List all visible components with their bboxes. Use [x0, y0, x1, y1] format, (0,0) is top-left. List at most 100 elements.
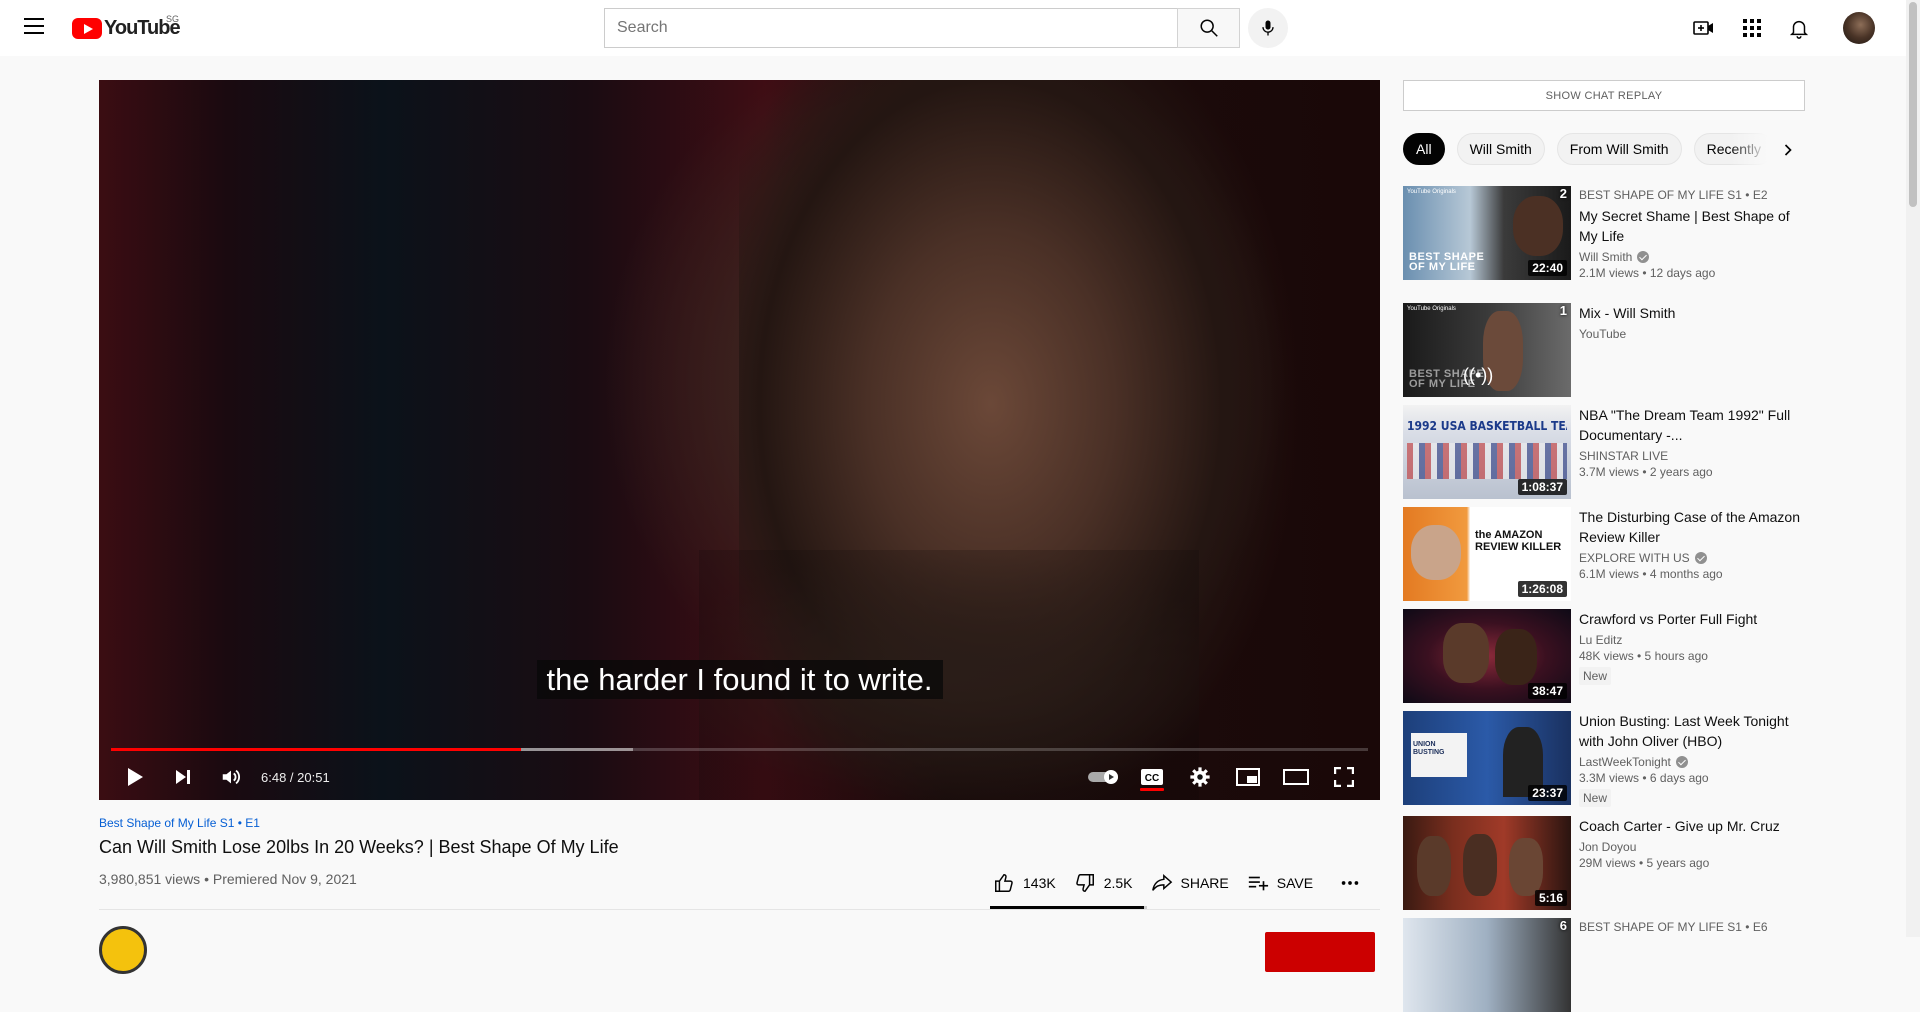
- video-thumbnail[interactable]: 1992 USA BASKETBALL TEAM 1:08:37: [1403, 405, 1571, 499]
- voice-search-button[interactable]: [1248, 8, 1288, 48]
- thumb-face: [1411, 525, 1461, 580]
- theater-mode-icon: [1283, 769, 1309, 785]
- recommendation-item[interactable]: 1992 USA BASKETBALL TEAM 1:08:37 NBA "Th…: [1403, 405, 1805, 499]
- show-chat-replay-button[interactable]: SHOW CHAT REPLAY: [1403, 80, 1805, 111]
- video-stats: 3.7M views • 2 years ago: [1579, 465, 1713, 479]
- youtube-logo[interactable]: YouTube: [72, 17, 181, 39]
- recommendation-item[interactable]: the AMAZON REVIEW KILLER 1:26:08 The Dis…: [1403, 507, 1805, 601]
- chips-next-button[interactable]: [1730, 133, 1806, 167]
- thumb-face: [1513, 196, 1563, 256]
- fullscreen-icon: [1334, 767, 1354, 787]
- volume-button[interactable]: [207, 754, 255, 800]
- share-label: SHARE: [1180, 875, 1229, 891]
- thumb-player: [1509, 838, 1543, 896]
- view-count-and-date: 3,980,851 views • Premiered Nov 9, 2021: [99, 871, 357, 887]
- video-stats: 48K views • 5 hours ago: [1579, 649, 1708, 663]
- search-box: [604, 8, 1178, 48]
- channel-name[interactable]: Jon Doyou: [1579, 840, 1636, 854]
- video-player[interactable]: the harder I found it to write. 6:48 / 2…: [99, 80, 1380, 800]
- video-thumbnail[interactable]: YouTube Originals BEST SHAPE OF MY LIFE …: [1403, 303, 1571, 397]
- create-video-button[interactable]: [1692, 16, 1716, 40]
- channel-name[interactable]: LastWeekTonight: [1579, 755, 1671, 769]
- fullscreen-button[interactable]: [1320, 754, 1368, 800]
- video-thumbnail[interactable]: 5:16: [1403, 816, 1571, 910]
- subscribe-button[interactable]: [1265, 932, 1375, 972]
- like-button[interactable]: 143K: [993, 872, 1056, 894]
- autoplay-toggle[interactable]: [1080, 754, 1128, 800]
- settings-button[interactable]: [1176, 754, 1224, 800]
- recommendation-item[interactable]: UNION BUSTING 23:37 Union Busting: Last …: [1403, 711, 1805, 807]
- thumb-originals-text: YouTube Originals: [1407, 189, 1456, 195]
- video-thumbnail[interactable]: the AMAZON REVIEW KILLER 1:26:08: [1403, 507, 1571, 601]
- save-button[interactable]: SAVE: [1247, 872, 1313, 894]
- video-stats: 3.3M views • 6 days ago: [1579, 771, 1709, 785]
- country-code: SG: [166, 14, 180, 24]
- verified-icon: [1675, 756, 1688, 768]
- thumb-fighter: [1495, 629, 1537, 685]
- notifications-button[interactable]: [1787, 16, 1811, 40]
- page-scrollbar[interactable]: [1906, 0, 1920, 937]
- chip-all[interactable]: All: [1403, 133, 1445, 165]
- video-primary-info: Best Shape of My Life S1 • E1: [99, 814, 1380, 832]
- video-title[interactable]: NBA "The Dream Team 1992" Full Documenta…: [1579, 405, 1801, 445]
- video-thumbnail[interactable]: 38:47: [1403, 609, 1571, 703]
- mix-broadcast-icon: ((•)): [1463, 365, 1494, 385]
- thumb-originals-text: YouTube Originals: [1407, 306, 1456, 312]
- play-button[interactable]: [111, 754, 159, 800]
- chip-from-will-smith[interactable]: From Will Smith: [1556, 133, 1682, 165]
- theater-mode-button[interactable]: [1272, 754, 1320, 800]
- video-title[interactable]: Mix - Will Smith: [1579, 303, 1801, 323]
- share-icon: [1151, 874, 1172, 891]
- video-stats: 6.1M views • 4 months ago: [1579, 567, 1723, 581]
- video-thumbnail[interactable]: YouTube Originals BEST SHAPE OF MY LIFE …: [1403, 186, 1571, 280]
- channel-name[interactable]: EXPLORE WITH US: [1579, 551, 1690, 565]
- video-title[interactable]: My Secret Shame | Best Shape of My Life: [1579, 206, 1801, 246]
- miniplayer-button[interactable]: [1224, 754, 1272, 800]
- channel-name[interactable]: Lu Editz: [1579, 633, 1622, 647]
- skip-next-icon: [176, 770, 190, 784]
- video-title[interactable]: The Disturbing Case of the Amazon Review…: [1579, 507, 1801, 547]
- new-badge: New: [1579, 789, 1612, 807]
- account-avatar[interactable]: [1843, 12, 1875, 44]
- search-input[interactable]: [605, 9, 1177, 47]
- menu-icon[interactable]: [24, 18, 46, 36]
- video-duration: 23:37: [1528, 785, 1567, 801]
- video-thumbnail[interactable]: UNION BUSTING 23:37: [1403, 711, 1571, 805]
- video-title[interactable]: Coach Carter - Give up Mr. Cruz: [1579, 816, 1801, 836]
- search-button[interactable]: [1177, 8, 1240, 48]
- series-label: BEST SHAPE OF MY LIFE S1 • E2: [1579, 188, 1768, 202]
- next-button[interactable]: [159, 754, 207, 800]
- video-thumbnail[interactable]: 6: [1403, 918, 1571, 1012]
- playlist-add-icon: [1248, 876, 1268, 891]
- video-duration: 1:26:08: [1517, 581, 1567, 597]
- verified-icon: [1637, 251, 1650, 263]
- subtitles-button[interactable]: CC: [1128, 754, 1176, 800]
- video-camera-plus-icon: [1693, 21, 1713, 35]
- more-horizontal-icon: [1341, 881, 1359, 885]
- progress-bar[interactable]: [111, 748, 1368, 751]
- chip-will-smith[interactable]: Will Smith: [1456, 133, 1545, 165]
- channel-name[interactable]: YouTube: [1579, 327, 1626, 341]
- channel-name[interactable]: SHINSTAR LIVE: [1579, 449, 1668, 463]
- more-actions-button[interactable]: [1339, 872, 1369, 894]
- channel-avatar[interactable]: [99, 926, 147, 974]
- player-controls: 6:48 / 20:51 CC: [99, 754, 1380, 800]
- video-title[interactable]: Union Busting: Last Week Tonight with Jo…: [1579, 711, 1801, 751]
- video-title[interactable]: Crawford vs Porter Full Fight: [1579, 609, 1801, 629]
- dislike-button[interactable]: 2.5K: [1074, 872, 1133, 894]
- recommendation-item[interactable]: 5:16 Coach Carter - Give up Mr. Cruz Jon…: [1403, 816, 1805, 910]
- apps-button[interactable]: [1740, 16, 1764, 40]
- recommendation-item[interactable]: 6 BEST SHAPE OF MY LIFE S1 • E6: [1403, 918, 1805, 1012]
- series-link[interactable]: Best Shape of My Life S1 • E1: [99, 816, 260, 830]
- channel-name[interactable]: Will Smith: [1579, 250, 1632, 264]
- thumbs-down-icon: [1075, 874, 1094, 892]
- thumb-player: [1417, 836, 1451, 896]
- recommendation-item[interactable]: 38:47 Crawford vs Porter Full Fight Lu E…: [1403, 609, 1805, 703]
- recommendation-item[interactable]: YouTube Originals BEST SHAPE OF MY LIFE …: [1403, 186, 1805, 280]
- share-button[interactable]: SHARE: [1151, 872, 1229, 894]
- thumb-title-text: UNION BUSTING: [1413, 741, 1445, 756]
- subtitles-active-indicator: [1140, 788, 1164, 791]
- time-display: 6:48 / 20:51: [261, 769, 330, 785]
- scrollbar-thumb[interactable]: [1909, 2, 1917, 207]
- recommendation-item[interactable]: YouTube Originals BEST SHAPE OF MY LIFE …: [1403, 303, 1805, 397]
